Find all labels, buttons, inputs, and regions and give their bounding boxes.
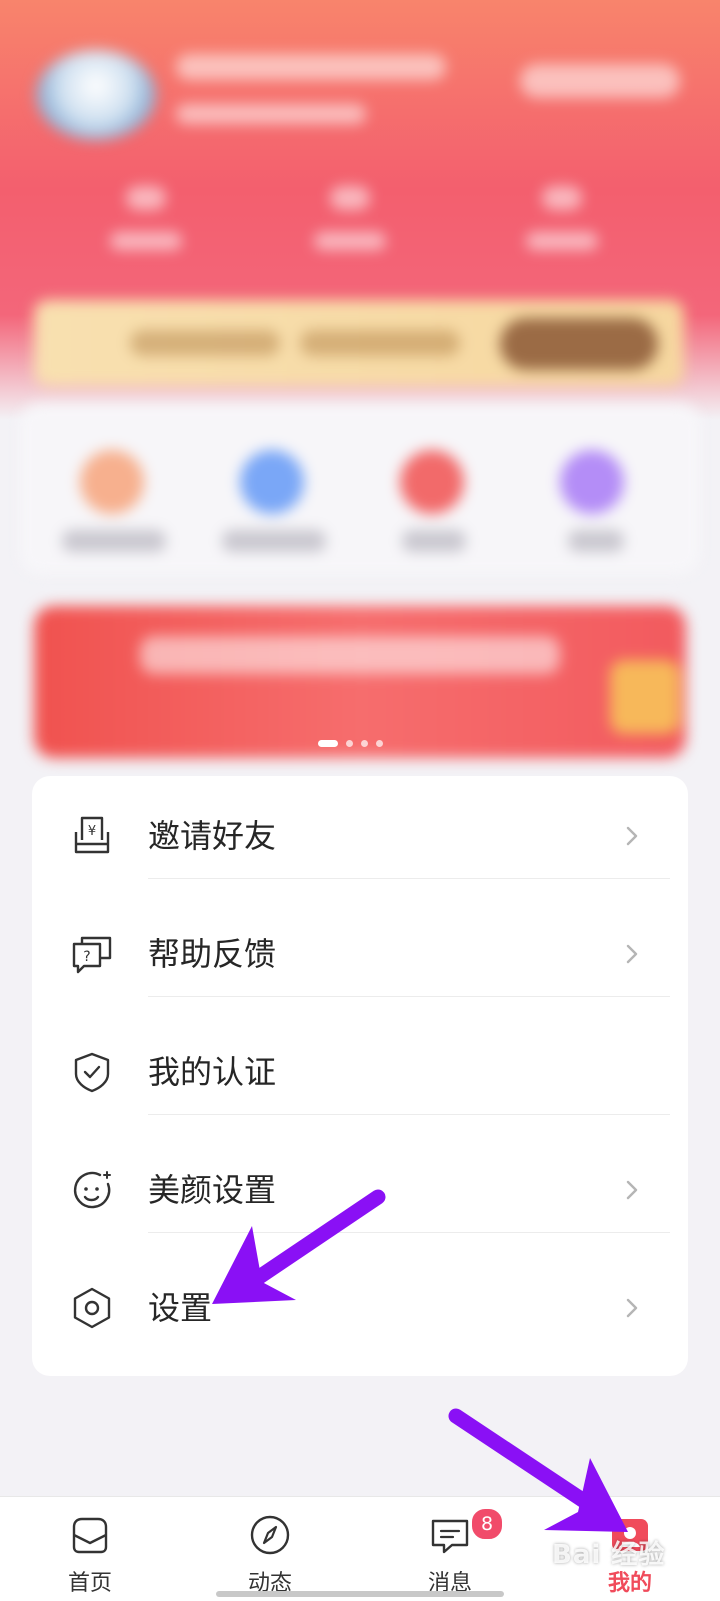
- invite-money-icon: ¥: [74, 816, 110, 854]
- menu-item-label: 邀请好友: [148, 817, 277, 855]
- vip-text-placeholder-2: [300, 330, 460, 356]
- stat-label-1: [110, 232, 182, 250]
- chevron-right-icon: [626, 1180, 638, 1200]
- svg-text:?: ?: [83, 949, 90, 965]
- tab-messages[interactable]: 8 消息: [360, 1497, 540, 1601]
- home-icon: [72, 1517, 108, 1554]
- svg-text:¥: ¥: [88, 824, 96, 839]
- home-indicator: [216, 1591, 504, 1597]
- quick-action-icon-1[interactable]: [80, 450, 144, 514]
- username-placeholder: [176, 54, 446, 80]
- banner-pagination: [318, 740, 383, 747]
- help-feedback-icon: ?: [72, 936, 112, 974]
- stat-count-3: [542, 186, 582, 210]
- quick-action-label-3: [402, 530, 466, 552]
- divider: [148, 878, 670, 879]
- promo-title-placeholder: [140, 636, 560, 674]
- stat-label-2: [314, 232, 386, 250]
- vip-text-placeholder: [130, 330, 280, 356]
- menu-card: ¥ 邀请好友 ? 帮助反馈 我的认证 美颜设置 设置: [32, 776, 688, 1376]
- quick-action-label-2: [222, 530, 326, 552]
- header-action-placeholder[interactable]: [520, 64, 680, 98]
- tab-home[interactable]: 首页: [0, 1497, 180, 1601]
- message-icon: [431, 1519, 469, 1554]
- avatar[interactable]: [36, 50, 156, 140]
- quick-action-label-1: [62, 530, 166, 552]
- menu-item-label: 设置: [148, 1289, 213, 1327]
- quick-action-icon-3[interactable]: [400, 450, 464, 514]
- chevron-right-icon: [626, 1298, 638, 1318]
- stat-count-2: [330, 186, 370, 210]
- chevron-right-icon: [626, 826, 638, 846]
- promo-coin-graphic: [610, 660, 680, 734]
- menu-item-settings[interactable]: 设置: [32, 1248, 688, 1368]
- beauty-face-icon: [73, 1171, 111, 1209]
- divider: [148, 1232, 670, 1233]
- menu-item-label: 帮助反馈: [148, 935, 277, 973]
- menu-item-label: 美颜设置: [148, 1171, 277, 1209]
- vip-button[interactable]: [500, 318, 658, 370]
- baidu-jingyan-watermark: Bai 经验: [552, 1540, 666, 1570]
- divider: [148, 1114, 670, 1115]
- divider: [148, 996, 670, 997]
- hexagon-gear-icon: [73, 1287, 111, 1329]
- quick-action-icon-4[interactable]: [560, 450, 624, 514]
- compass-icon: [250, 1515, 290, 1555]
- user-id-placeholder: [176, 104, 366, 124]
- quick-action-label-4: [568, 530, 624, 552]
- chevron-right-icon: [626, 944, 638, 964]
- promo-banner[interactable]: [34, 606, 686, 758]
- quick-action-icon-2[interactable]: [240, 450, 304, 514]
- tab-label: 首页: [67, 1571, 112, 1596]
- stat-label-3: [526, 232, 598, 250]
- message-badge: 8: [470, 1507, 504, 1541]
- tab-moments[interactable]: 动态: [180, 1497, 360, 1601]
- stat-count-1: [126, 186, 166, 210]
- shield-check-icon: [74, 1052, 110, 1093]
- menu-item-label: 我的认证: [148, 1053, 277, 1091]
